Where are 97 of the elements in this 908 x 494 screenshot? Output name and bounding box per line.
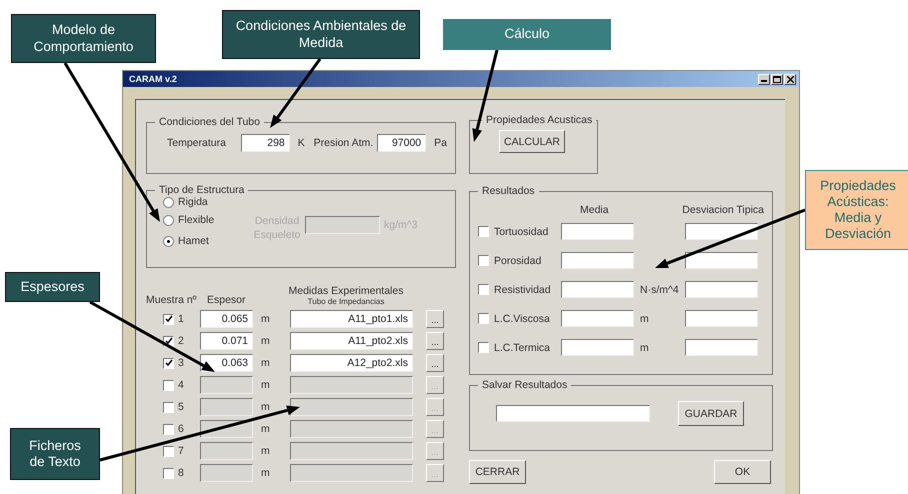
checkbox[interactable] xyxy=(478,284,489,295)
unit-label: m xyxy=(640,312,649,324)
deviation-field[interactable] xyxy=(685,310,758,327)
option-label: Hamet xyxy=(178,235,209,247)
property-label: Porosidad xyxy=(494,254,542,266)
sample-number: 1 xyxy=(178,313,184,325)
callout-label: Propiedades Acústicas: Media y Desviación xyxy=(805,170,908,250)
deviation-field[interactable] xyxy=(685,339,758,356)
checkbox[interactable] xyxy=(478,226,489,237)
checkbox[interactable] xyxy=(478,342,489,353)
pressure-field[interactable]: 97000 xyxy=(377,134,426,152)
file-field[interactable]: A11_pto1.xls xyxy=(290,310,413,328)
mean-field[interactable] xyxy=(561,223,634,240)
group-title: Resultados xyxy=(481,185,536,197)
radio-button[interactable] xyxy=(163,214,174,226)
property-label: L.C.Viscosa xyxy=(494,312,551,324)
arrow xyxy=(270,58,322,128)
file-field[interactable] xyxy=(290,442,413,460)
sample-number: 3 xyxy=(178,357,184,369)
unit-label: N·s/m^4 xyxy=(640,284,679,296)
unit-label: m xyxy=(261,423,271,435)
column-header: Muestra nº xyxy=(146,294,198,306)
property-label: L.C.Termica xyxy=(494,342,552,354)
unit-label: m xyxy=(261,445,271,457)
dialog-button[interactable]: OK xyxy=(714,460,771,484)
sample-number: 7 xyxy=(178,445,184,457)
file-field[interactable] xyxy=(290,398,413,416)
column-header: Media xyxy=(580,204,610,216)
sample-number: 8 xyxy=(178,467,184,479)
callout-label: Modelo de Comportamiento xyxy=(11,14,156,63)
unit-label: m xyxy=(261,379,271,391)
thickness-field[interactable]: 0.063 xyxy=(200,354,253,372)
checkbox[interactable] xyxy=(163,314,174,324)
group-title: Condiciones del Tubo xyxy=(158,116,261,128)
unit-label: m xyxy=(261,313,271,325)
window-title: CARAM v.2 xyxy=(129,74,177,84)
maximize-button[interactable] xyxy=(771,74,783,84)
close-icon xyxy=(786,76,794,82)
callout-label: Cálculo xyxy=(443,19,611,50)
group-title: Salvar Resultados xyxy=(481,379,568,391)
maximize-icon xyxy=(773,76,781,82)
minimize-button[interactable] xyxy=(758,74,770,84)
mean-field[interactable] xyxy=(561,339,634,356)
file-field[interactable] xyxy=(290,376,413,394)
column-header: Espesor xyxy=(207,294,247,306)
checkbox[interactable] xyxy=(163,358,174,368)
sample-number: 4 xyxy=(178,379,184,391)
file-name-field[interactable] xyxy=(496,405,650,422)
unit-label: m xyxy=(261,467,271,479)
option-label: Flexible xyxy=(178,214,214,226)
column-header: Desviacion Tipica xyxy=(682,204,764,216)
sample-number: 6 xyxy=(178,423,184,435)
unit-label: m xyxy=(261,401,271,413)
unit-label: K xyxy=(298,137,306,149)
column-subheader: Tubo de Impedancias xyxy=(308,297,384,306)
property-label: Resistividad xyxy=(494,284,552,296)
density-field[interactable] xyxy=(305,216,380,234)
group-title: Tipo de Estructura xyxy=(158,184,246,196)
callout-label: Ficheros de Texto xyxy=(10,428,100,480)
browse-button[interactable]: ... xyxy=(426,310,444,328)
group-title: Propiedades Acusticas xyxy=(485,114,594,126)
checkbox[interactable] xyxy=(478,255,489,266)
thickness-field[interactable]: 0.071 xyxy=(200,332,253,350)
mean-field[interactable] xyxy=(561,310,634,327)
radio-button[interactable] xyxy=(163,196,174,208)
close-button[interactable] xyxy=(784,74,796,84)
deviation-field[interactable] xyxy=(685,281,758,298)
thickness-field[interactable]: 0.065 xyxy=(200,310,253,328)
file-field[interactable] xyxy=(290,420,413,438)
mean-field[interactable] xyxy=(561,281,634,298)
mean-field[interactable] xyxy=(561,252,634,269)
unit-label: m xyxy=(640,342,649,354)
deviation-field[interactable] xyxy=(685,252,758,269)
temperature-field[interactable]: 298 xyxy=(240,134,290,152)
unit-label: m xyxy=(261,335,271,347)
unit-label: Pa xyxy=(434,137,447,149)
column-header: Medidas Experimentales xyxy=(288,285,404,297)
sample-number: 5 xyxy=(178,401,184,413)
calculate-button[interactable]: CALCULAR xyxy=(499,130,565,153)
browse-button[interactable]: ... xyxy=(426,332,444,350)
option-label: Rigida xyxy=(178,196,208,208)
file-field[interactable] xyxy=(290,464,413,482)
unit-label: m xyxy=(261,357,271,369)
callout-label: Espesores xyxy=(5,272,100,302)
dialog-button[interactable]: CERRAR xyxy=(469,460,526,484)
radio-button[interactable] xyxy=(163,236,174,246)
save-button[interactable]: GUARDAR xyxy=(678,401,744,426)
callout-label: Condiciones Ambientales de Medida xyxy=(222,10,420,59)
file-field[interactable]: A12_pto2.xls xyxy=(290,354,413,372)
browse-button[interactable]: ... xyxy=(426,354,444,372)
field-label: Presion Atm. xyxy=(314,137,374,149)
deviation-field[interactable] xyxy=(685,223,758,240)
sample-number: 2 xyxy=(178,335,184,347)
file-field[interactable]: A11_pto2.xls xyxy=(290,332,413,350)
field-label: Temperatura xyxy=(167,137,227,149)
checkbox[interactable] xyxy=(478,313,489,324)
property-label: Tortuosidad xyxy=(494,226,550,238)
